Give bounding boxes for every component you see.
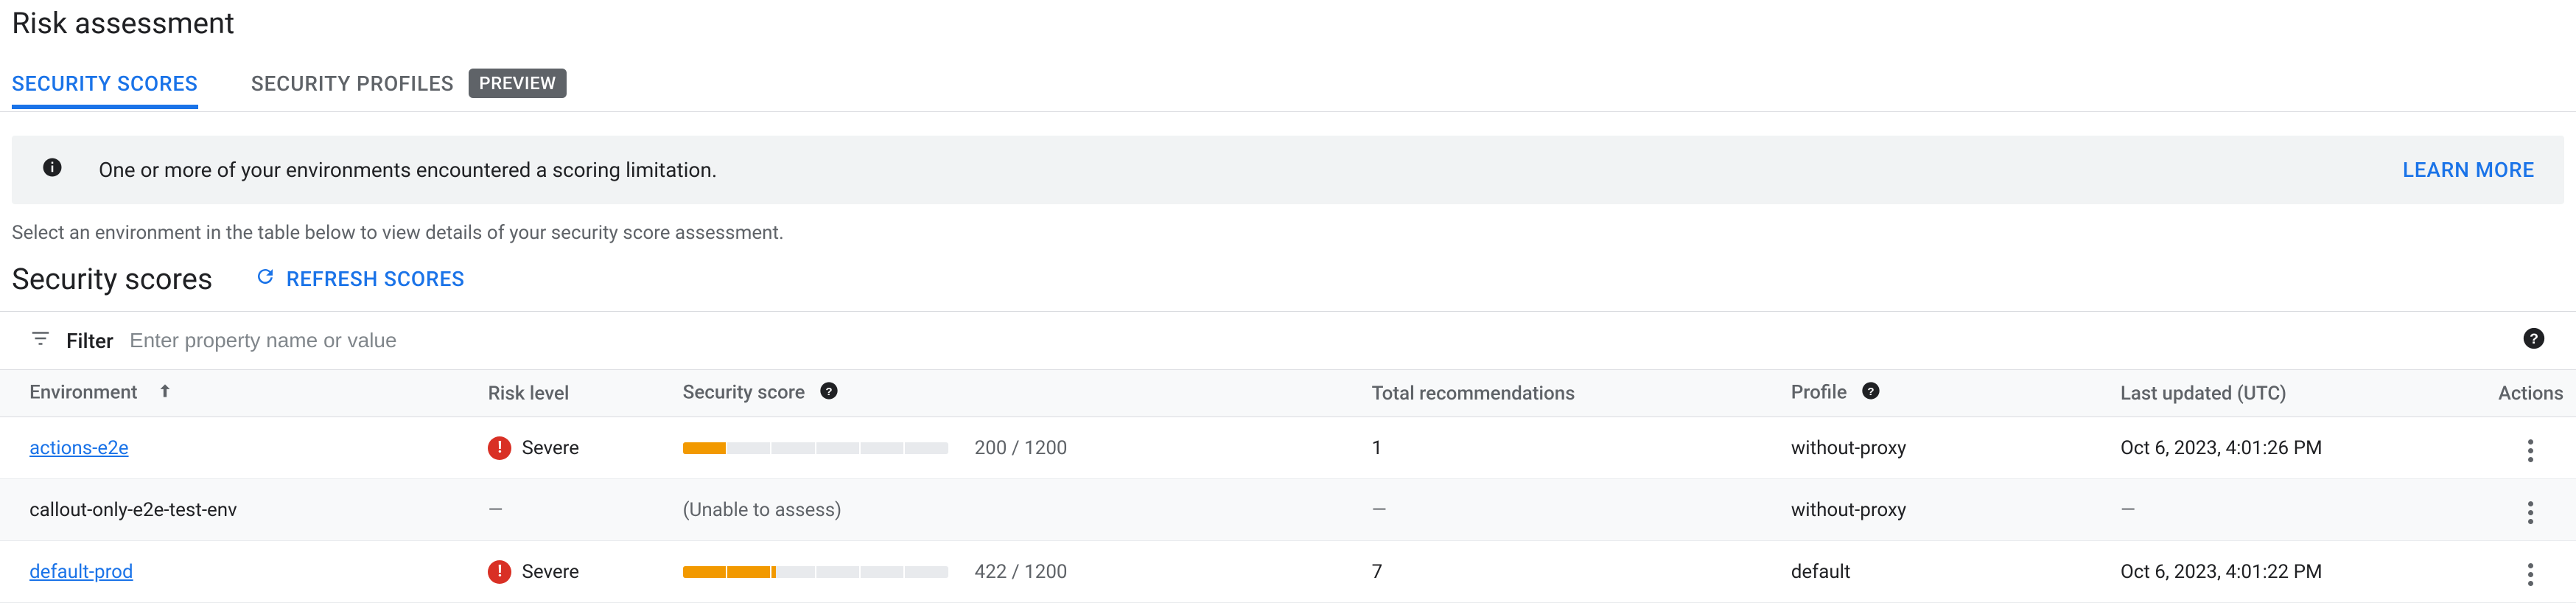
svg-text:?: ? <box>825 386 832 398</box>
row-actions-menu[interactable] <box>2522 557 2539 592</box>
col-last-updated[interactable]: Last updated (UTC) <box>2112 370 2486 417</box>
environment-name: callout-only-e2e-test-env <box>29 499 237 521</box>
risk-level-value: Severe <box>522 561 579 583</box>
tabs: SECURITY SCORES SECURITY PROFILES PREVIE… <box>0 57 2576 112</box>
tab-security-profiles[interactable]: SECURITY PROFILES PREVIEW <box>251 57 567 111</box>
col-security-score[interactable]: Security score ? <box>674 370 1363 417</box>
col-risk-level[interactable]: Risk level <box>479 370 673 417</box>
table-row: actions-e2e! Severe 200 / 1200 1 without-pro… <box>0 417 2576 479</box>
col-label: Security score <box>683 381 805 403</box>
col-total-recs[interactable]: Total recommendations <box>1363 370 1782 417</box>
unable-to-assess: (Unable to assess) <box>683 499 842 521</box>
col-profile[interactable]: Profile ? <box>1782 370 2112 417</box>
risk-level-value: — <box>488 499 503 521</box>
profile-name: without-proxy <box>1791 437 1906 459</box>
security-score-cell: 200 / 1200 <box>683 437 1354 459</box>
last-updated: — <box>2121 499 2135 521</box>
section-title: Security scores <box>12 262 213 296</box>
col-label: Last updated (UTC) <box>2121 383 2286 405</box>
risk-level-cell: ! Severe <box>488 560 665 584</box>
profile-name: without-proxy <box>1791 499 1906 521</box>
col-label: Actions <box>2499 383 2564 405</box>
helper-text: Select an environment in the table below… <box>0 222 2576 262</box>
refresh-scores-button[interactable]: REFRESH SCORES <box>254 265 465 293</box>
svg-text:?: ? <box>2530 331 2538 347</box>
last-updated: Oct 6, 2023, 4:01:22 PM <box>2121 561 2323 583</box>
table-row: callout-only-e2e-test-env — (Unable to ass… <box>0 479 2576 541</box>
filter-label: Filter <box>66 329 113 353</box>
help-icon[interactable]: ? <box>819 380 839 406</box>
tab-security-scores[interactable]: SECURITY SCORES <box>12 60 198 109</box>
info-icon <box>41 156 63 184</box>
help-icon[interactable]: ? <box>1861 380 1881 406</box>
security-score-cell: 422 / 1200 <box>683 561 1354 583</box>
col-label: Environment <box>29 381 137 403</box>
col-actions: Actions <box>2486 370 2576 417</box>
sort-ascending-icon <box>155 381 175 405</box>
help-icon[interactable]: ? <box>2521 326 2547 356</box>
profile-name: default <box>1791 561 1851 583</box>
score-progress-bar <box>683 442 948 454</box>
row-actions-menu[interactable] <box>2522 495 2539 530</box>
risk-level-value: Severe <box>522 437 579 459</box>
filter-icon <box>29 327 52 355</box>
tab-label: SECURITY SCORES <box>12 72 198 96</box>
scores-table: Environment Risk level Security score ? … <box>0 370 2576 603</box>
col-label: Risk level <box>488 383 569 405</box>
refresh-icon <box>254 265 276 293</box>
preview-badge: PREVIEW <box>469 69 566 98</box>
page-title: Risk assessment <box>0 0 2576 57</box>
row-actions-menu[interactable] <box>2522 433 2539 468</box>
col-label: Total recommendations <box>1372 383 1575 405</box>
table-row: default-prod! Severe 422 / 1200 7 default Oct… <box>0 541 2576 603</box>
alert-banner: One or more of your environments encount… <box>12 136 2564 204</box>
filter-input[interactable] <box>128 328 2507 353</box>
total-recommendations: 7 <box>1372 561 1383 583</box>
col-label: Profile <box>1791 381 1847 403</box>
total-recommendations: 1 <box>1372 437 1383 459</box>
score-value: 200 / 1200 <box>975 437 1068 459</box>
tab-label: SECURITY PROFILES <box>251 72 455 96</box>
risk-level-cell: ! Severe <box>488 436 665 460</box>
refresh-label: REFRESH SCORES <box>287 267 465 291</box>
severe-icon: ! <box>488 436 511 460</box>
score-value: 422 / 1200 <box>975 561 1068 583</box>
environment-name[interactable]: default-prod <box>29 561 133 583</box>
learn-more-link[interactable]: LEARN MORE <box>2403 158 2535 182</box>
alert-message: One or more of your environments encount… <box>99 158 2367 182</box>
last-updated: Oct 6, 2023, 4:01:26 PM <box>2121 437 2323 459</box>
risk-level-cell: — <box>488 499 665 521</box>
svg-text:?: ? <box>1868 386 1875 398</box>
col-environment[interactable]: Environment <box>0 370 479 417</box>
score-progress-bar <box>683 566 948 578</box>
total-recommendations: — <box>1372 499 1387 521</box>
table-header-row: Environment Risk level Security score ? … <box>0 370 2576 417</box>
environment-name[interactable]: actions-e2e <box>29 437 129 459</box>
filter-bar: Filter ? <box>0 311 2576 370</box>
severe-icon: ! <box>488 560 511 584</box>
